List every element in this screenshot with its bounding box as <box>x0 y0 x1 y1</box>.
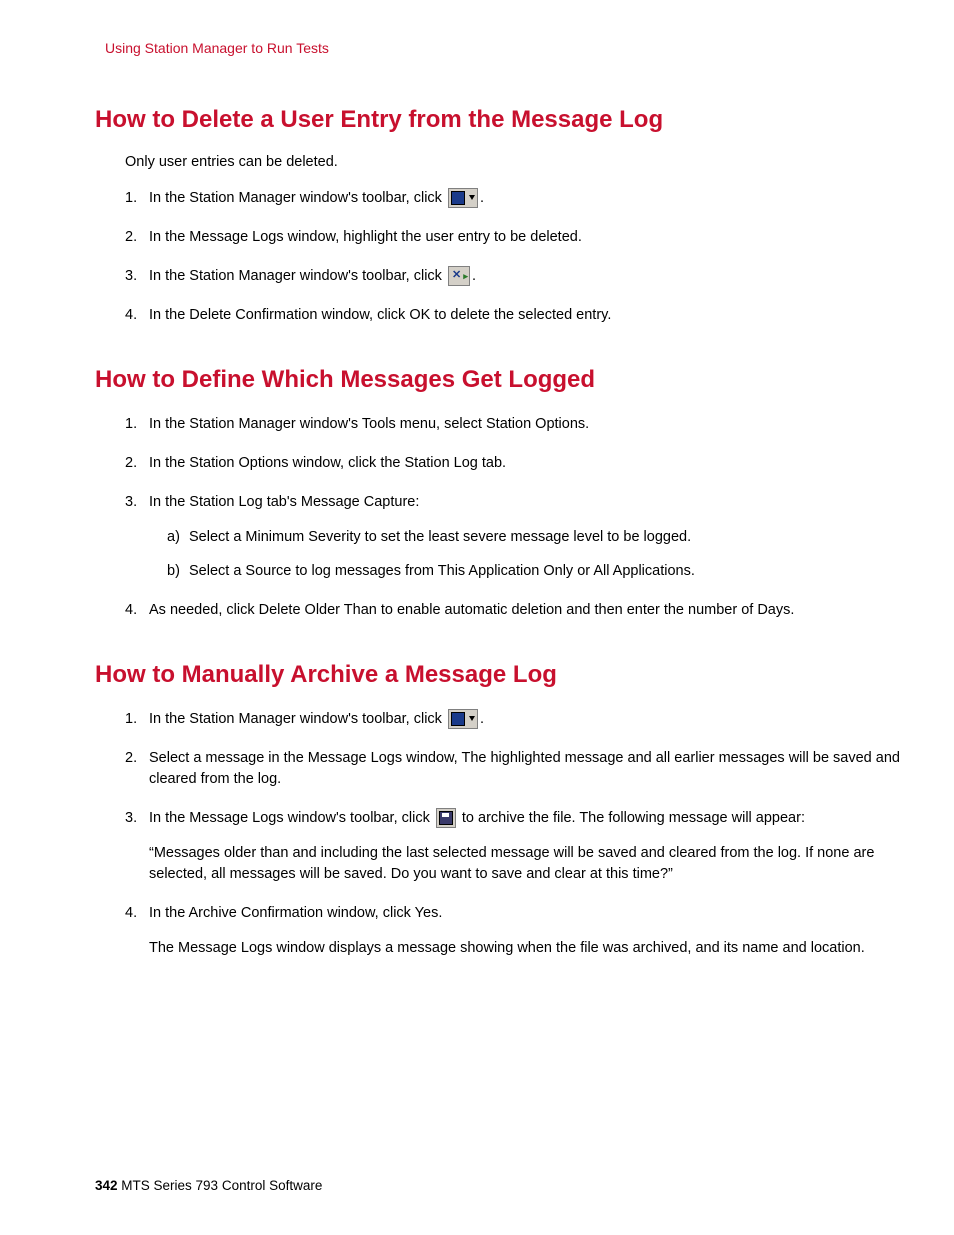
steps-define: In the Station Manager window's Tools me… <box>125 414 904 621</box>
list-item: Select a message in the Message Logs win… <box>125 748 904 790</box>
step-text: In the Station Log tab's Message Capture… <box>149 494 419 510</box>
step-text-end: . <box>480 711 484 727</box>
step-text: In the Station Manager window's toolbar,… <box>149 711 446 727</box>
breadcrumb: Using Station Manager to Run Tests <box>105 40 904 56</box>
step-note: The Message Logs window displays a messa… <box>149 938 904 959</box>
intro-text: Only user entries can be deleted. <box>125 154 904 170</box>
document-page: Using Station Manager to Run Tests How t… <box>0 0 954 959</box>
list-item: In the Station Manager window's toolbar,… <box>125 709 904 730</box>
archive-save-icon <box>436 808 456 828</box>
step-note: “Messages older than and including the l… <box>149 843 904 885</box>
step-text: In the Message Logs window's toolbar, cl… <box>149 810 434 826</box>
list-item: In the Station Manager window's toolbar,… <box>125 266 904 287</box>
steps-archive: In the Station Manager window's toolbar,… <box>125 709 904 959</box>
heading-manually-archive: How to Manually Archive a Message Log <box>95 661 904 689</box>
substeps: Select a Minimum Severity to set the lea… <box>167 527 904 582</box>
message-log-toolbar-icon <box>448 188 478 208</box>
list-item: In the Station Manager window's Tools me… <box>125 414 904 435</box>
list-item: In the Station Log tab's Message Capture… <box>125 492 904 582</box>
step-text-end: . <box>472 268 476 284</box>
heading-delete-user-entry: How to Delete a User Entry from the Mess… <box>95 106 904 134</box>
heading-define-messages: How to Define Which Messages Get Logged <box>95 366 904 394</box>
step-text: In the Archive Confirmation window, clic… <box>149 905 442 921</box>
list-item: Select a Minimum Severity to set the lea… <box>167 527 904 547</box>
step-text: In the Station Manager window's toolbar,… <box>149 190 446 206</box>
page-footer: 342 MTS Series 793 Control Software <box>95 1178 322 1193</box>
list-item: Select a Source to log messages from Thi… <box>167 561 904 581</box>
page-number: 342 <box>95 1178 118 1193</box>
step-text-end: to archive the file. The following messa… <box>458 810 805 826</box>
list-item: In the Archive Confirmation window, clic… <box>125 903 904 959</box>
doc-title: MTS Series 793 Control Software <box>118 1178 323 1193</box>
delete-entry-toolbar-icon <box>448 266 470 286</box>
list-item: In the Station Options window, click the… <box>125 453 904 474</box>
message-log-toolbar-icon <box>448 709 478 729</box>
steps-delete: In the Station Manager window's toolbar,… <box>125 188 904 326</box>
step-text: In the Station Manager window's toolbar,… <box>149 268 446 284</box>
list-item: In the Message Logs window, highlight th… <box>125 227 904 248</box>
list-item: In the Message Logs window's toolbar, cl… <box>125 808 904 885</box>
list-item: In the Station Manager window's toolbar,… <box>125 188 904 209</box>
list-item: In the Delete Confirmation window, click… <box>125 305 904 326</box>
step-text-end: . <box>480 190 484 206</box>
list-item: As needed, click Delete Older Than to en… <box>125 600 904 621</box>
